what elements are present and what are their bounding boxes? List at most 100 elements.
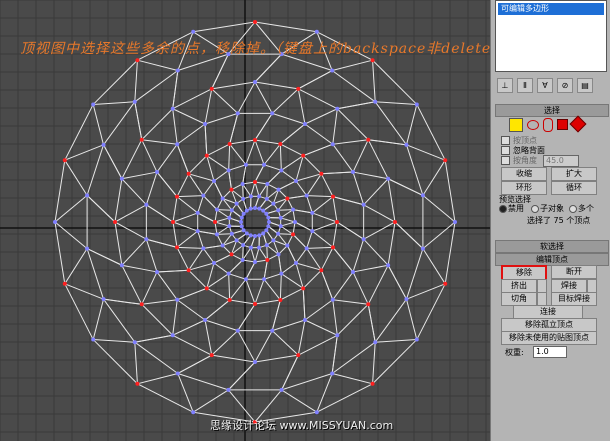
- vertex-point: [191, 410, 196, 415]
- wire-edge: [331, 70, 376, 103]
- selection-rollout-header[interactable]: 选择: [495, 104, 609, 117]
- edge-icon[interactable]: [527, 120, 539, 130]
- wire-edge: [332, 221, 338, 248]
- pin-icon[interactable]: ⊥: [497, 78, 513, 93]
- wire-edge: [202, 248, 215, 264]
- vertex-point: [261, 231, 266, 236]
- shrink-button[interactable]: 收缩: [501, 167, 547, 181]
- wire-edge: [228, 273, 231, 301]
- border-icon[interactable]: [543, 118, 553, 132]
- vertex-point: [248, 194, 253, 199]
- vertex-point: [265, 181, 270, 186]
- vertex-point: [314, 410, 319, 415]
- by-vertex-checkbox[interactable]: [501, 136, 510, 145]
- vertex-point: [262, 277, 267, 282]
- vertex-point: [85, 193, 90, 198]
- extrude-settings-button[interactable]: [537, 279, 547, 293]
- polygon-icon[interactable]: [557, 119, 568, 130]
- element-icon[interactable]: [569, 115, 587, 133]
- preview-subobject-radio[interactable]: [531, 205, 539, 213]
- vertex-point: [266, 224, 271, 229]
- remove-unused-map-verts-button[interactable]: 移除未使用的贴图顶点: [501, 331, 597, 345]
- vertex-point: [304, 246, 309, 251]
- vertex-point: [278, 215, 283, 220]
- weight-spinner[interactable]: 1.0: [533, 346, 567, 358]
- vertex-point: [227, 142, 232, 147]
- chamfer-button[interactable]: 切角: [501, 292, 537, 306]
- target-weld-button[interactable]: 目标焊接: [551, 292, 597, 306]
- vertex-point: [420, 193, 425, 198]
- wire-edge: [204, 88, 213, 125]
- wire-edge: [172, 319, 206, 336]
- wire-edge: [254, 164, 265, 183]
- wire-edge: [271, 88, 299, 114]
- vertex-point: [271, 201, 276, 206]
- vertex-point: [227, 297, 232, 302]
- configure-icon[interactable]: ▤: [577, 78, 593, 93]
- loop-button[interactable]: 循环: [551, 181, 597, 195]
- wire-edge: [405, 104, 418, 145]
- modifier-stack[interactable]: 可编辑多边形: [495, 0, 607, 72]
- stack-item-editable-poly[interactable]: 可编辑多边形: [498, 3, 604, 15]
- ring-button[interactable]: 环形: [501, 181, 547, 195]
- weld-settings-button[interactable]: [587, 279, 597, 293]
- top-viewport[interactable]: 顶视图中选择这些多余的点，移除掉。（键盘上的backspace非delete） …: [0, 0, 490, 441]
- soft-selection-rollout-header[interactable]: 软选择: [495, 240, 609, 253]
- vertex-point: [235, 328, 240, 333]
- extrude-button[interactable]: 挤出: [501, 279, 537, 293]
- weld-button[interactable]: 焊接: [551, 279, 587, 293]
- wire-edge: [303, 143, 333, 157]
- wire-edge: [321, 171, 354, 175]
- remove-isolated-vertices-button[interactable]: 移除孤立顶点: [501, 318, 597, 332]
- wire-edge: [92, 339, 138, 385]
- wire-edge: [134, 60, 138, 102]
- wire-edge: [156, 143, 178, 173]
- vertex-point: [239, 220, 243, 224]
- wire-edge: [211, 81, 256, 90]
- vertex-point: [240, 258, 245, 263]
- vertex-point: [257, 245, 262, 250]
- wire-edge: [422, 159, 446, 196]
- connect-button[interactable]: 连接: [513, 305, 583, 319]
- viewport-canvas[interactable]: [0, 0, 490, 441]
- wire-edge: [172, 334, 212, 356]
- vertex-icon[interactable]: [509, 118, 523, 132]
- command-panel: 可编辑多边形 ⊥ Ⅱ ∀ ⊘ ▤ 选择 按顶点 忽略背面 按角度 45.0 收缩…: [490, 0, 610, 441]
- wire-edge: [134, 70, 179, 103]
- wire-edge: [137, 372, 178, 385]
- wire-edge: [214, 217, 230, 223]
- vertex-point: [253, 260, 257, 264]
- wire-edge: [332, 247, 354, 273]
- vertex-point: [373, 340, 378, 345]
- vertex-point: [53, 220, 57, 224]
- vertex-point: [248, 206, 253, 211]
- vertex-point: [144, 202, 149, 207]
- vertex-point: [239, 215, 244, 220]
- wire-edge: [352, 171, 365, 205]
- chamfer-settings-button[interactable]: [537, 292, 547, 306]
- make-unique-icon[interactable]: ∀: [537, 78, 553, 93]
- preview-off-radio[interactable]: [499, 205, 507, 213]
- vertex-point: [304, 193, 309, 198]
- break-button[interactable]: 断开: [551, 265, 597, 279]
- by-angle-checkbox[interactable]: [501, 156, 510, 165]
- wire-edge: [372, 60, 376, 102]
- vertex-point: [229, 208, 234, 213]
- wire-edge: [242, 183, 252, 197]
- wire-edge: [228, 273, 247, 280]
- show-end-icon[interactable]: Ⅱ: [517, 78, 533, 93]
- vertex-point: [264, 211, 269, 216]
- wire-edge: [406, 144, 446, 161]
- angle-spinner[interactable]: 45.0: [543, 155, 579, 167]
- vertex-point: [243, 162, 248, 167]
- remove-modifier-icon[interactable]: ⊘: [557, 78, 573, 93]
- wire-edge: [332, 196, 338, 223]
- vertex-point: [226, 168, 231, 173]
- ignore-backfacing-checkbox[interactable]: [501, 146, 510, 155]
- preview-multi-radio[interactable]: [569, 205, 577, 213]
- wire-edge: [211, 354, 256, 363]
- vertex-point: [366, 302, 371, 307]
- grow-button[interactable]: 扩大: [551, 167, 597, 181]
- vertex-point: [267, 220, 271, 224]
- wire-edge: [405, 248, 424, 300]
